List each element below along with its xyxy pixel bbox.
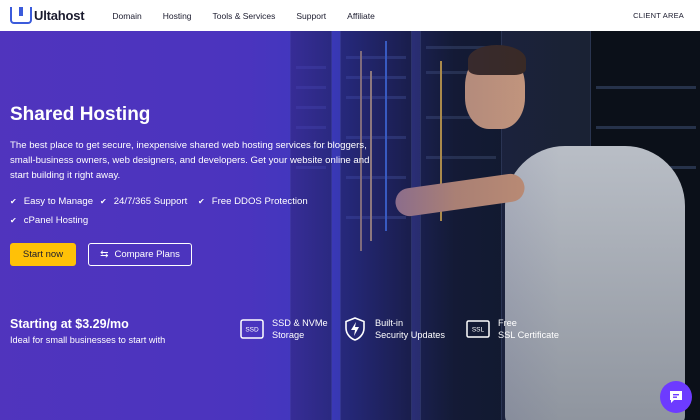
menu-item-affiliate[interactable]: Affiliate bbox=[347, 11, 375, 21]
check-icon: ✔ bbox=[100, 197, 107, 206]
logo-icon bbox=[10, 7, 32, 24]
svg-text:SSL: SSL bbox=[472, 327, 485, 334]
price-subtitle: Ideal for small businesses to start with bbox=[10, 335, 166, 345]
menu-item-tools-services[interactable]: Tools & Services bbox=[213, 11, 276, 21]
client-area-link[interactable]: CLIENT AREA bbox=[633, 11, 684, 20]
feature-item: ✔ cPanel Hosting bbox=[10, 215, 89, 226]
check-icon: ✔ bbox=[10, 197, 17, 206]
swap-icon: ⇆ bbox=[100, 249, 109, 260]
feature-item: ✔ 24/7/365 Support bbox=[100, 196, 188, 207]
logo-text: Ultahost bbox=[34, 8, 85, 23]
starting-price: Starting at $3.29/mo bbox=[10, 317, 129, 331]
feature-item: ✔ Easy to Manage bbox=[10, 196, 94, 207]
shield-bolt-icon bbox=[345, 317, 365, 341]
main-menu: Domain Hosting Tools & Services Support … bbox=[112, 11, 395, 21]
chat-button[interactable] bbox=[660, 381, 692, 413]
logo[interactable]: Ultahost bbox=[10, 7, 85, 24]
chat-bubble-icon bbox=[670, 391, 682, 403]
page-title: Shared Hosting bbox=[10, 104, 151, 125]
ssd-icon: SSD bbox=[240, 319, 264, 339]
menu-item-domain[interactable]: Domain bbox=[112, 11, 141, 21]
hero-section: Shared Hosting The best place to get sec… bbox=[0, 31, 700, 420]
menu-item-hosting[interactable]: Hosting bbox=[163, 11, 192, 21]
badge-security-updates: Built-in Security Updates bbox=[343, 317, 445, 341]
ssl-icon: SSL bbox=[466, 320, 490, 338]
badge-ssd-storage: SSD SSD & NVMe Storage bbox=[240, 317, 328, 341]
top-navbar: Ultahost Domain Hosting Tools & Services… bbox=[0, 0, 700, 31]
badge-ssl-certificate: SSL Free SSL Certificate bbox=[466, 317, 559, 341]
check-icon: ✔ bbox=[10, 216, 17, 225]
compare-plans-button[interactable]: ⇆ Compare Plans bbox=[88, 243, 192, 266]
svg-text:SSD: SSD bbox=[245, 327, 259, 334]
hero-description: The best place to get secure, inexpensiv… bbox=[10, 140, 370, 181]
menu-item-support[interactable]: Support bbox=[296, 11, 326, 21]
start-now-button[interactable]: Start now bbox=[10, 243, 76, 266]
check-icon: ✔ bbox=[198, 197, 205, 206]
feature-item: ✔ Free DDOS Protection bbox=[198, 196, 308, 207]
